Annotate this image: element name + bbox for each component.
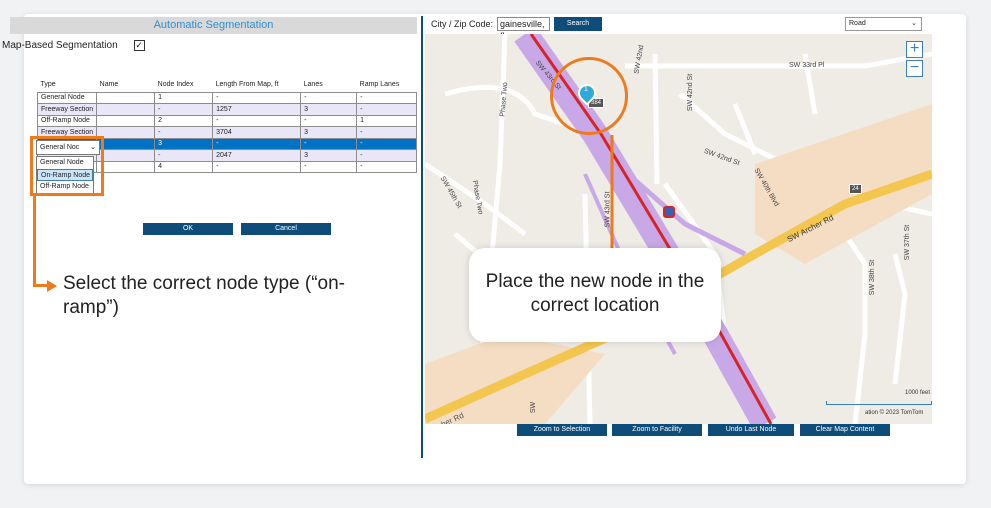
map-style-select[interactable]: Road ⌄ bbox=[845, 17, 922, 31]
chevron-down-icon: ⌄ bbox=[911, 20, 917, 27]
cell[interactable]: - bbox=[356, 137, 418, 150]
cell[interactable]: - bbox=[212, 114, 302, 127]
cell[interactable]: 1 bbox=[154, 91, 214, 104]
map-label: SW 42nd St bbox=[687, 73, 695, 112]
map-based-segmentation-checkbox[interactable]: ✓ bbox=[133, 40, 145, 51]
cell[interactable]: - bbox=[356, 149, 418, 162]
table-row[interactable]: General Node 1- - - bbox=[36, 91, 418, 104]
map-style-value: Road bbox=[849, 20, 866, 27]
map-copyright: ation © 2023 TomTom bbox=[865, 410, 924, 416]
cell[interactable] bbox=[96, 91, 156, 104]
map-label: SW 37th St bbox=[904, 224, 912, 261]
cell[interactable] bbox=[96, 149, 156, 162]
table-row[interactable]: Freeway Section -1257 3- bbox=[36, 103, 418, 116]
cell[interactable]: - bbox=[154, 149, 214, 162]
col-name: Name bbox=[99, 81, 119, 89]
map-label: SW 38th St bbox=[869, 259, 877, 296]
cell[interactable]: - bbox=[300, 137, 358, 150]
instruction-right: Place the new node in the correct locati… bbox=[469, 248, 721, 342]
zoom-to-facility-button[interactable]: Zoom to Facility bbox=[612, 424, 702, 436]
zoom-to-selection-button[interactable]: Zoom to Selection bbox=[517, 424, 607, 436]
cell[interactable]: - bbox=[212, 91, 302, 104]
cell[interactable]: - bbox=[154, 126, 214, 139]
cell[interactable] bbox=[96, 103, 156, 116]
highlight-box bbox=[30, 136, 104, 196]
cell[interactable] bbox=[96, 126, 156, 139]
arrow-right-icon bbox=[47, 280, 57, 292]
clear-map-content-button[interactable]: Clear Map Content bbox=[800, 424, 890, 436]
zoom-out-button[interactable]: − bbox=[906, 60, 923, 77]
instruction-left: Select the correct node type (“on-ramp”) bbox=[63, 273, 345, 318]
cell[interactable]: - bbox=[154, 103, 214, 116]
undo-last-node-button[interactable]: Undo Last Node bbox=[708, 424, 794, 436]
cell[interactable]: - bbox=[356, 126, 418, 139]
cell[interactable]: - bbox=[212, 137, 302, 150]
cell[interactable] bbox=[96, 160, 156, 173]
route-24-shield: 24 bbox=[849, 184, 862, 194]
pin-number: 1 bbox=[584, 86, 588, 93]
cell[interactable]: - bbox=[212, 160, 302, 173]
cell[interactable]: 3 bbox=[300, 126, 358, 139]
col-type: Type bbox=[40, 81, 56, 89]
cell[interactable]: General Node bbox=[36, 91, 98, 104]
city-zip-label: City / Zip Code: bbox=[431, 19, 494, 29]
col-node-index: Node Index bbox=[157, 81, 194, 89]
cell[interactable]: 3 bbox=[300, 149, 358, 162]
map-label: SW 43rd St bbox=[604, 191, 612, 228]
cell[interactable]: 1257 bbox=[212, 103, 302, 116]
cell[interactable]: - bbox=[300, 91, 358, 104]
search-button[interactable]: Search bbox=[554, 17, 602, 31]
cancel-button[interactable]: Cancel bbox=[241, 223, 331, 235]
cell[interactable]: 3704 bbox=[212, 126, 302, 139]
cell[interactable]: 3 bbox=[300, 103, 358, 116]
map-label: SW bbox=[530, 401, 538, 414]
col-ramp-lanes: Ramp Lanes bbox=[359, 81, 400, 89]
map-based-segmentation-label: Map-Based Segmentation bbox=[2, 40, 118, 51]
cell[interactable]: - bbox=[356, 160, 418, 173]
cell[interactable]: Off-Ramp Node bbox=[36, 114, 98, 127]
cell[interactable]: - bbox=[356, 91, 418, 104]
cell[interactable]: 4 bbox=[154, 160, 214, 173]
city-zip-input[interactable]: gainesville, fl bbox=[497, 17, 550, 41]
scale-bar bbox=[826, 401, 932, 405]
automatic-segmentation-header: Automatic Segmentation bbox=[10, 17, 417, 34]
cell[interactable]: - bbox=[356, 103, 418, 116]
col-lanes: Lanes bbox=[303, 81, 323, 89]
map-canvas[interactable]: SW 33rd Pl SW 42nd St SW 40th Blvd SW Ar… bbox=[425, 34, 932, 424]
cell[interactable]: Freeway Section bbox=[36, 103, 98, 116]
ok-button[interactable]: OK bbox=[143, 223, 233, 235]
interstate-shield-icon bbox=[663, 206, 675, 218]
table-header-row: Type Name Node Index Length From Map, ft… bbox=[38, 78, 417, 92]
cell[interactable]: 2047 bbox=[212, 149, 302, 162]
map-label: SW 33rd Pl bbox=[789, 62, 825, 69]
cell[interactable]: 1 bbox=[356, 114, 418, 127]
col-length: Length From Map, ft bbox=[215, 81, 279, 89]
cell[interactable]: 2 bbox=[154, 114, 214, 127]
zoom-in-button[interactable]: + bbox=[906, 41, 923, 58]
callout-line-vertical bbox=[33, 196, 36, 287]
cell[interactable]: - bbox=[300, 160, 358, 173]
cell[interactable]: - bbox=[300, 114, 358, 127]
cell[interactable] bbox=[96, 114, 156, 127]
cell[interactable]: 3 bbox=[154, 137, 214, 150]
panel-divider bbox=[421, 16, 423, 458]
table-row[interactable]: Off-Ramp Node 2- -1 bbox=[36, 114, 418, 127]
cell[interactable] bbox=[96, 137, 156, 150]
scale-label: 1000 feet bbox=[905, 390, 931, 396]
map-based-segmentation: Map-Based Segmentation ✓ bbox=[2, 40, 145, 51]
